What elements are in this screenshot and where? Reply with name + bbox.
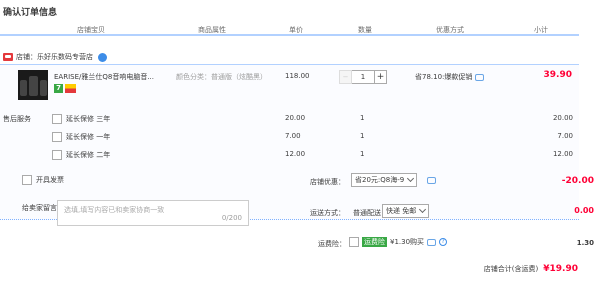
store-total-label: 店铺合计(含运费)	[483, 265, 539, 273]
service-price: 20.00	[285, 114, 306, 122]
page-title: 确认订单信息	[3, 8, 58, 18]
speaker-left-icon	[20, 80, 27, 96]
store-discount-label: 店铺优惠：	[310, 178, 345, 186]
store-discount-select[interactable]: 省20元:Q8海-9	[351, 173, 418, 187]
column-header-subtotal: 小计	[534, 26, 548, 34]
service-row: 延长保修 二年 12.00 1 12.00	[0, 148, 579, 162]
store-name[interactable]: 店铺：乐好乐数码专营店	[16, 52, 93, 62]
chevron-down-icon	[419, 205, 427, 214]
service-name: 延长保修 二年	[66, 151, 111, 159]
insurance-checkbox[interactable]	[349, 237, 359, 247]
decrease-button[interactable]: −	[339, 70, 352, 84]
shipping-label: 运送方式：	[310, 209, 345, 217]
table-header: 店铺宝贝 商品属性 单价 数量 优惠方式 小计	[0, 22, 579, 36]
service-checkbox[interactable]	[52, 150, 62, 160]
service-name: 延长保修 一年	[66, 133, 111, 141]
insurance-amount: 1.30	[576, 239, 594, 247]
chat-icon[interactable]	[98, 52, 107, 62]
service-price: 7.00	[285, 132, 301, 140]
service-price: 12.00	[285, 150, 306, 158]
service-name: 延长保修 三年	[66, 115, 111, 123]
service-qty: 1	[360, 132, 365, 140]
promotion-text: 省78.10:爆款促销	[415, 73, 473, 81]
unit-price: 118.00	[285, 72, 310, 80]
store-line: 店铺：乐好乐数码专营店	[3, 52, 107, 62]
insurance-label: 运费险：	[318, 240, 346, 248]
service-subtotal: 12.00	[552, 150, 573, 158]
message-counter: 0/200	[221, 214, 242, 222]
store-discount-value: 省20元:Q8海-9	[355, 176, 405, 184]
column-header-quantity: 数量	[358, 26, 372, 34]
increase-button[interactable]: +	[374, 70, 387, 84]
service-qty: 1	[360, 114, 365, 122]
column-header-price: 单价	[289, 26, 303, 34]
message-placeholder: 选填,填写内容已和卖家协商一致	[64, 206, 165, 214]
service-row: 延长保修 一年 7.00 1 7.00	[0, 130, 579, 144]
product-tags: 7	[54, 84, 76, 93]
chevron-down-icon	[407, 174, 415, 183]
shipping-amount: 0.00	[574, 206, 594, 215]
product-name-link[interactable]: EARISE/雅兰仕Q8音响电脑音...	[54, 72, 166, 82]
invoice-label: 开具发票	[36, 176, 64, 184]
service-subtotal: 20.00	[552, 114, 573, 122]
message-textarea[interactable]: 选填,填写内容已和卖家协商一致 0/200	[57, 200, 249, 226]
service-checkbox[interactable]	[52, 114, 62, 124]
comment-icon[interactable]	[427, 238, 437, 246]
column-header-discount: 优惠方式	[436, 26, 464, 34]
speaker-right-icon	[40, 80, 47, 96]
store-total: 店铺合计(含运费) ¥19.90	[484, 264, 578, 274]
insurance-option[interactable]: 运费险 ¥1.30购买 ?	[349, 237, 448, 247]
help-icon[interactable]: ?	[439, 238, 448, 246]
invoice-checkbox[interactable]	[22, 175, 32, 185]
column-header-item: 店铺宝贝	[77, 26, 105, 34]
invoice-option[interactable]: 开具发票	[22, 175, 64, 185]
quantity-input[interactable]: 1	[352, 70, 374, 84]
insurance-text: ¥1.30购买	[390, 238, 425, 246]
promotion: 省78.10:爆款促销	[415, 72, 485, 82]
seven-day-return-icon: 7	[54, 84, 63, 93]
store-discount-amount: -20.00	[561, 176, 594, 186]
service-flag-icon	[65, 84, 76, 93]
item-subtotal: 39.90	[543, 70, 572, 80]
shipping-value: 快递 免邮	[386, 207, 417, 215]
product-thumbnail[interactable]	[18, 70, 48, 100]
service-row: 延长保修 三年 20.00 1 20.00	[0, 112, 579, 126]
store-total-amount: ¥19.90	[543, 264, 578, 274]
shipping-method: 普通配送	[353, 209, 381, 217]
column-header-attributes: 商品属性	[198, 26, 226, 34]
service-checkbox[interactable]	[52, 132, 62, 142]
subwoofer-icon	[29, 76, 38, 96]
service-qty: 1	[360, 150, 365, 158]
product-attributes: 颜色分类：普通版（炫酷黑）	[176, 73, 267, 81]
comment-icon[interactable]	[427, 177, 436, 184]
store-icon	[3, 53, 13, 61]
insurance-badge: 运费险	[362, 237, 387, 247]
shipping-select[interactable]: 快递 免邮	[382, 204, 430, 218]
quantity-stepper: − 1 +	[339, 70, 387, 84]
comment-icon[interactable]	[475, 73, 485, 81]
service-subtotal: 7.00	[557, 132, 573, 140]
